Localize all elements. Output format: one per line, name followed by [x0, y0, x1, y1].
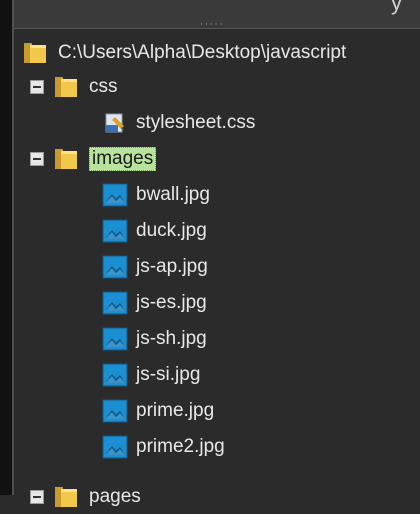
tree-item-label: prime.jpg: [136, 400, 215, 421]
tree-item-image-file[interactable]: prime2.jpg: [102, 432, 225, 462]
tree-item-label-selected: images: [89, 147, 157, 171]
tree-item-label: js-es.jpg: [136, 292, 207, 313]
collapse-toggle[interactable]: [30, 152, 44, 166]
tree-item-image-file[interactable]: prime.jpg: [102, 396, 214, 426]
tree-item-label: css: [89, 76, 118, 97]
collapse-toggle[interactable]: [30, 490, 44, 504]
tree-item-label: duck.jpg: [136, 220, 207, 241]
tree-item-image-file[interactable]: duck.jpg: [102, 216, 207, 246]
image-file-icon: [102, 183, 128, 207]
tree-item-label: js-si.jpg: [136, 364, 201, 385]
image-file-icon: [102, 435, 128, 459]
file-tree: C:\Users\Alpha\Desktop\javascript css st…: [12, 28, 420, 507]
tree-item-label: prime2.jpg: [136, 436, 225, 457]
tree-item-image-file[interactable]: bwall.jpg: [102, 180, 210, 210]
tree-item-image-file[interactable]: js-es.jpg: [102, 288, 207, 318]
folder-icon: [53, 485, 79, 509]
folder-icon: [22, 41, 48, 65]
collapse-toggle[interactable]: [30, 80, 44, 94]
tree-item-label: stylesheet.css: [136, 112, 256, 133]
image-file-icon: [102, 219, 128, 243]
tree-root-item[interactable]: C:\Users\Alpha\Desktop\javascript: [22, 38, 346, 68]
image-file-icon: [102, 255, 128, 279]
image-file-icon: [102, 327, 128, 351]
tree-item-image-file[interactable]: js-sh.jpg: [102, 324, 207, 354]
folder-icon: [53, 75, 79, 99]
css-file-icon: [102, 111, 128, 135]
image-file-icon: [102, 291, 128, 315]
tree-item-stylesheet[interactable]: stylesheet.css: [102, 108, 255, 138]
tree-item-css-folder[interactable]: css: [30, 72, 118, 102]
tree-item-image-file[interactable]: js-si.jpg: [102, 360, 200, 390]
top-toolbar: y ·····: [0, 0, 420, 30]
tree-item-label: js-ap.jpg: [136, 256, 208, 277]
top-bar-text: y: [391, 0, 402, 15]
tree-item-image-file[interactable]: js-ap.jpg: [102, 252, 208, 282]
image-file-icon: [102, 363, 128, 387]
tree-item-label: bwall.jpg: [136, 184, 210, 205]
tree-item-pages-folder[interactable]: pages: [30, 482, 141, 512]
tree-item-label: pages: [89, 486, 141, 507]
image-file-icon: [102, 399, 128, 423]
tree-root-label: C:\Users\Alpha\Desktop\javascript: [58, 42, 347, 63]
folder-icon: [53, 147, 79, 171]
tree-item-label: js-sh.jpg: [136, 328, 207, 349]
tree-item-images-folder[interactable]: images: [30, 144, 157, 174]
